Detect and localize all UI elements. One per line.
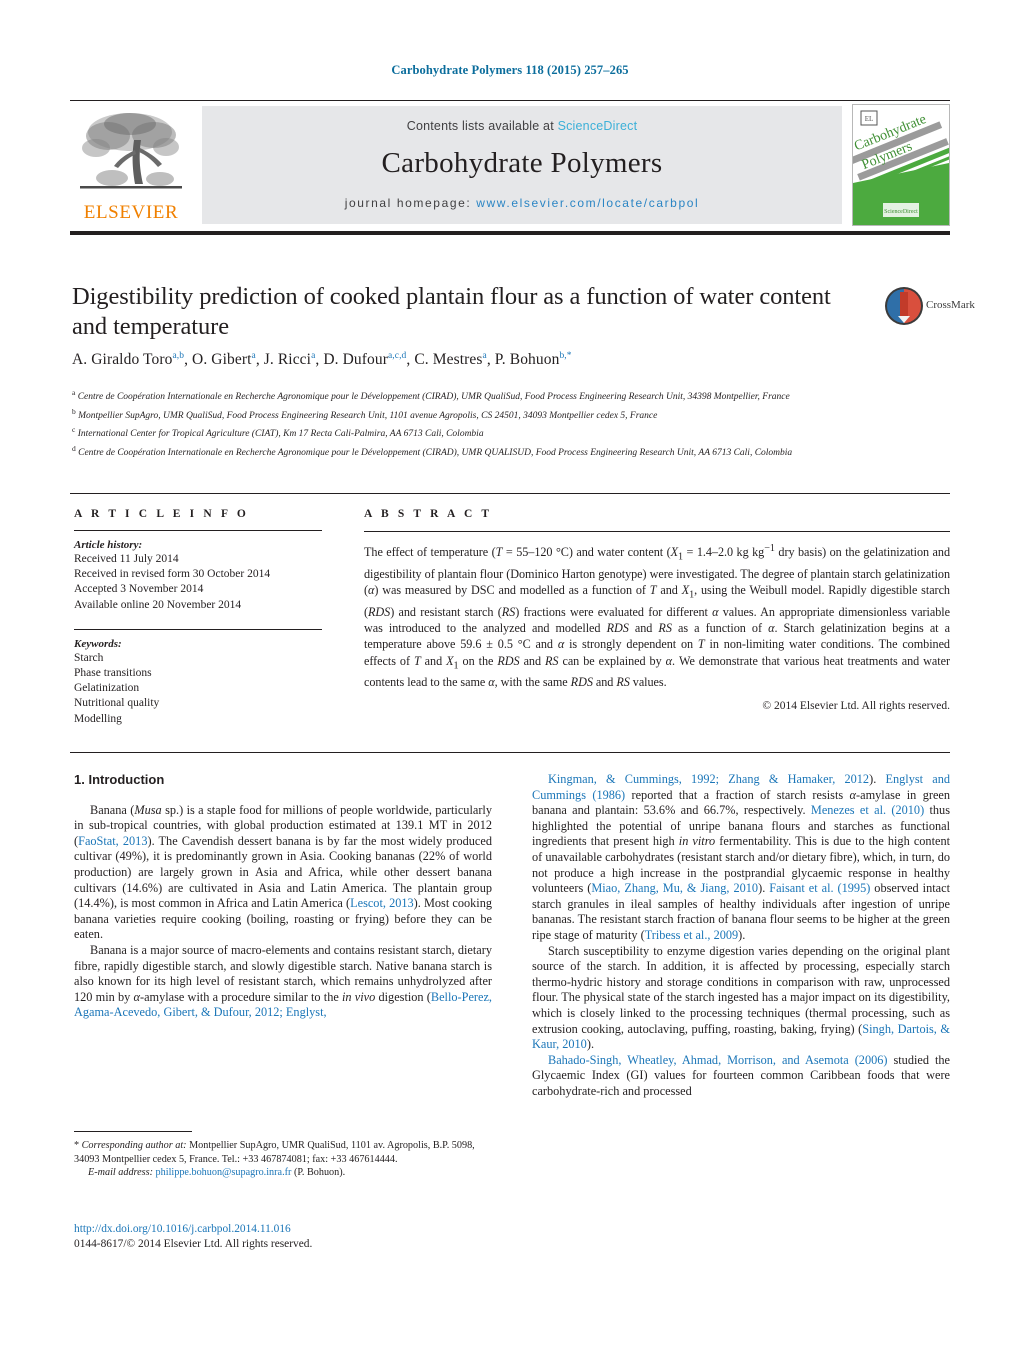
article-history-item: Received 11 July 2014 xyxy=(74,553,179,565)
info-top-rule xyxy=(70,493,950,494)
affiliation-item: c International Center for Tropical Agri… xyxy=(72,425,484,440)
keyword-lines: Starch Phase transitions Gelatinization Nut… xyxy=(74,651,322,727)
crossmark-badge[interactable]: CrossMark xyxy=(884,286,975,330)
masthead-center-panel: Contents lists available at ScienceDirec… xyxy=(202,106,842,224)
sciencedirect-link[interactable]: ScienceDirect xyxy=(558,119,638,133)
journal-title: Carbohydrate Polymers xyxy=(381,147,663,179)
keywords-label: Keywords: xyxy=(74,637,122,650)
keyword-item: Gelatinization xyxy=(74,682,140,695)
corresponding-author-footnote: * Corresponding author at: Montpellier S… xyxy=(74,1139,494,1180)
journal-cover-thumbnail: EL Carbohydrate Polymers ScienceDirect xyxy=(852,104,950,226)
body-column-left: 1. Introduction Banana (Musa sp.) is a s… xyxy=(74,772,492,1021)
body-paragraph: Starch susceptibility to enzyme digestio… xyxy=(532,943,950,1052)
body-paragraph: Kingman, & Cummings, 1992; Zhang & Hamak… xyxy=(532,772,951,942)
elsevier-wordmark: ELSEVIER xyxy=(83,202,179,223)
keyword-item: Phase transitions xyxy=(74,667,152,680)
article-history-item: Available online 20 November 2014 xyxy=(74,598,242,611)
footer-doi-block: http://dx.doi.org/10.1016/j.carbpol.2014… xyxy=(74,1222,504,1253)
email-link[interactable]: philippe.bohuon@supagro.inra.fr xyxy=(156,1167,292,1178)
elsevier-tree-icon xyxy=(80,113,182,189)
journal-homepage-line: journal homepage: www.elsevier.com/locat… xyxy=(202,196,842,210)
title-block: Digestibility prediction of cooked plant… xyxy=(72,282,862,342)
crossmark-icon xyxy=(885,287,923,325)
abstract-heading: A B S T R A C T xyxy=(364,508,493,520)
masthead-top-rule xyxy=(70,100,950,101)
affiliation-item: a Centre de Coopération Internationale e… xyxy=(72,388,790,403)
article-info-heading: A R T I C L E I N F O xyxy=(74,508,249,520)
contents-available-line: Contents lists available at ScienceDirec… xyxy=(202,119,842,133)
abstract-rule xyxy=(364,531,950,532)
abstract-body: The effect of temperature (T = 55–120 °C… xyxy=(364,543,950,690)
body-paragraph: Bahado-Singh, Wheatley, Ahmad, Morrison,… xyxy=(532,1052,950,1098)
email-label: E-mail address: xyxy=(88,1167,153,1179)
article-history-item: Received in revised form 30 October 2014 xyxy=(74,568,271,581)
email-line: E-mail address: philippe.bohuon@supagro.… xyxy=(74,1166,494,1180)
journal-masthead: ELSEVIER Contents lists available at Sci… xyxy=(70,100,950,235)
article-history-item: Accepted 3 November 2014 xyxy=(74,583,204,596)
svg-text:EL: EL xyxy=(865,115,874,123)
intro-left-paragraphs: Banana (Musa sp.) is a staple food for m… xyxy=(74,803,492,1021)
abstract-bottom-rule xyxy=(70,752,950,753)
affiliation-item: d Centre de Coopération Internationale e… xyxy=(72,443,793,459)
intro-right-paragraphs: Kingman, & Cummings, 1992; Zhang & Hamak… xyxy=(532,772,950,1099)
abstract-copyright: © 2014 Elsevier Ltd. All rights reserved… xyxy=(762,699,950,712)
author-list: A. Giraldo Toroa,b, O. Giberta, J. Ricci… xyxy=(72,351,572,369)
svg-text:ScienceDirect: ScienceDirect xyxy=(884,209,918,215)
footnote-rule xyxy=(74,1131,192,1132)
homepage-prefix: journal homepage: xyxy=(344,196,472,210)
cover-artwork: EL Carbohydrate Polymers ScienceDirect xyxy=(853,105,949,225)
crossmark-label: CrossMark xyxy=(926,299,975,311)
issn-copyright-line: 0144-8617/© 2014 Elsevier Ltd. All right… xyxy=(74,1238,313,1251)
article-info-rule xyxy=(74,530,322,531)
body-paragraph: Banana is a major source of macro-elemen… xyxy=(74,942,492,1020)
doi-link[interactable]: http://dx.doi.org/10.1016/j.carbpol.2014… xyxy=(74,1222,504,1237)
abstract-column: A B S T R A C T The effect of temperatur… xyxy=(364,508,950,712)
journal-homepage-link[interactable]: www.elsevier.com/locate/carbpol xyxy=(476,196,699,210)
section-heading-introduction: 1. Introduction xyxy=(74,772,165,787)
corresponding-author-text: * Corresponding author at: Montpellier S… xyxy=(74,1140,475,1165)
page-title: Digestibility prediction of cooked plant… xyxy=(72,283,831,340)
keyword-item: Starch xyxy=(74,651,104,664)
affiliation-list: a Centre de Coopération Internationale e… xyxy=(72,386,872,461)
body-paragraph: Banana (Musa sp.) is a staple food for m… xyxy=(74,802,492,942)
keywords-rule xyxy=(74,628,322,630)
contents-prefix: Contents lists available at xyxy=(406,119,554,133)
journal-article-page: Carbohydrate Polymers 118 (2015) 257–265 xyxy=(0,0,1020,1351)
running-head-citation: Carbohydrate Polymers 118 (2015) 257–265 xyxy=(391,63,629,77)
article-history-label: Article history: xyxy=(74,539,143,551)
elsevier-logo: ELSEVIER xyxy=(72,106,190,226)
keyword-item: Modelling xyxy=(74,712,122,725)
email-owner: (P. Bohuon). xyxy=(293,1167,346,1179)
article-history-lines: Received 11 July 2014 Received in revised… xyxy=(74,552,322,613)
masthead-bottom-rule xyxy=(70,231,950,235)
article-info-column: A R T I C L E I N F O Article history: R… xyxy=(74,508,322,727)
body-column-right: Kingman, & Cummings, 1992; Zhang & Hamak… xyxy=(532,772,950,1099)
affiliation-item: b Montpellier SupAgro, UMR QualiSud, Foo… xyxy=(72,406,658,421)
keyword-item: Nutritional quality xyxy=(74,697,160,710)
